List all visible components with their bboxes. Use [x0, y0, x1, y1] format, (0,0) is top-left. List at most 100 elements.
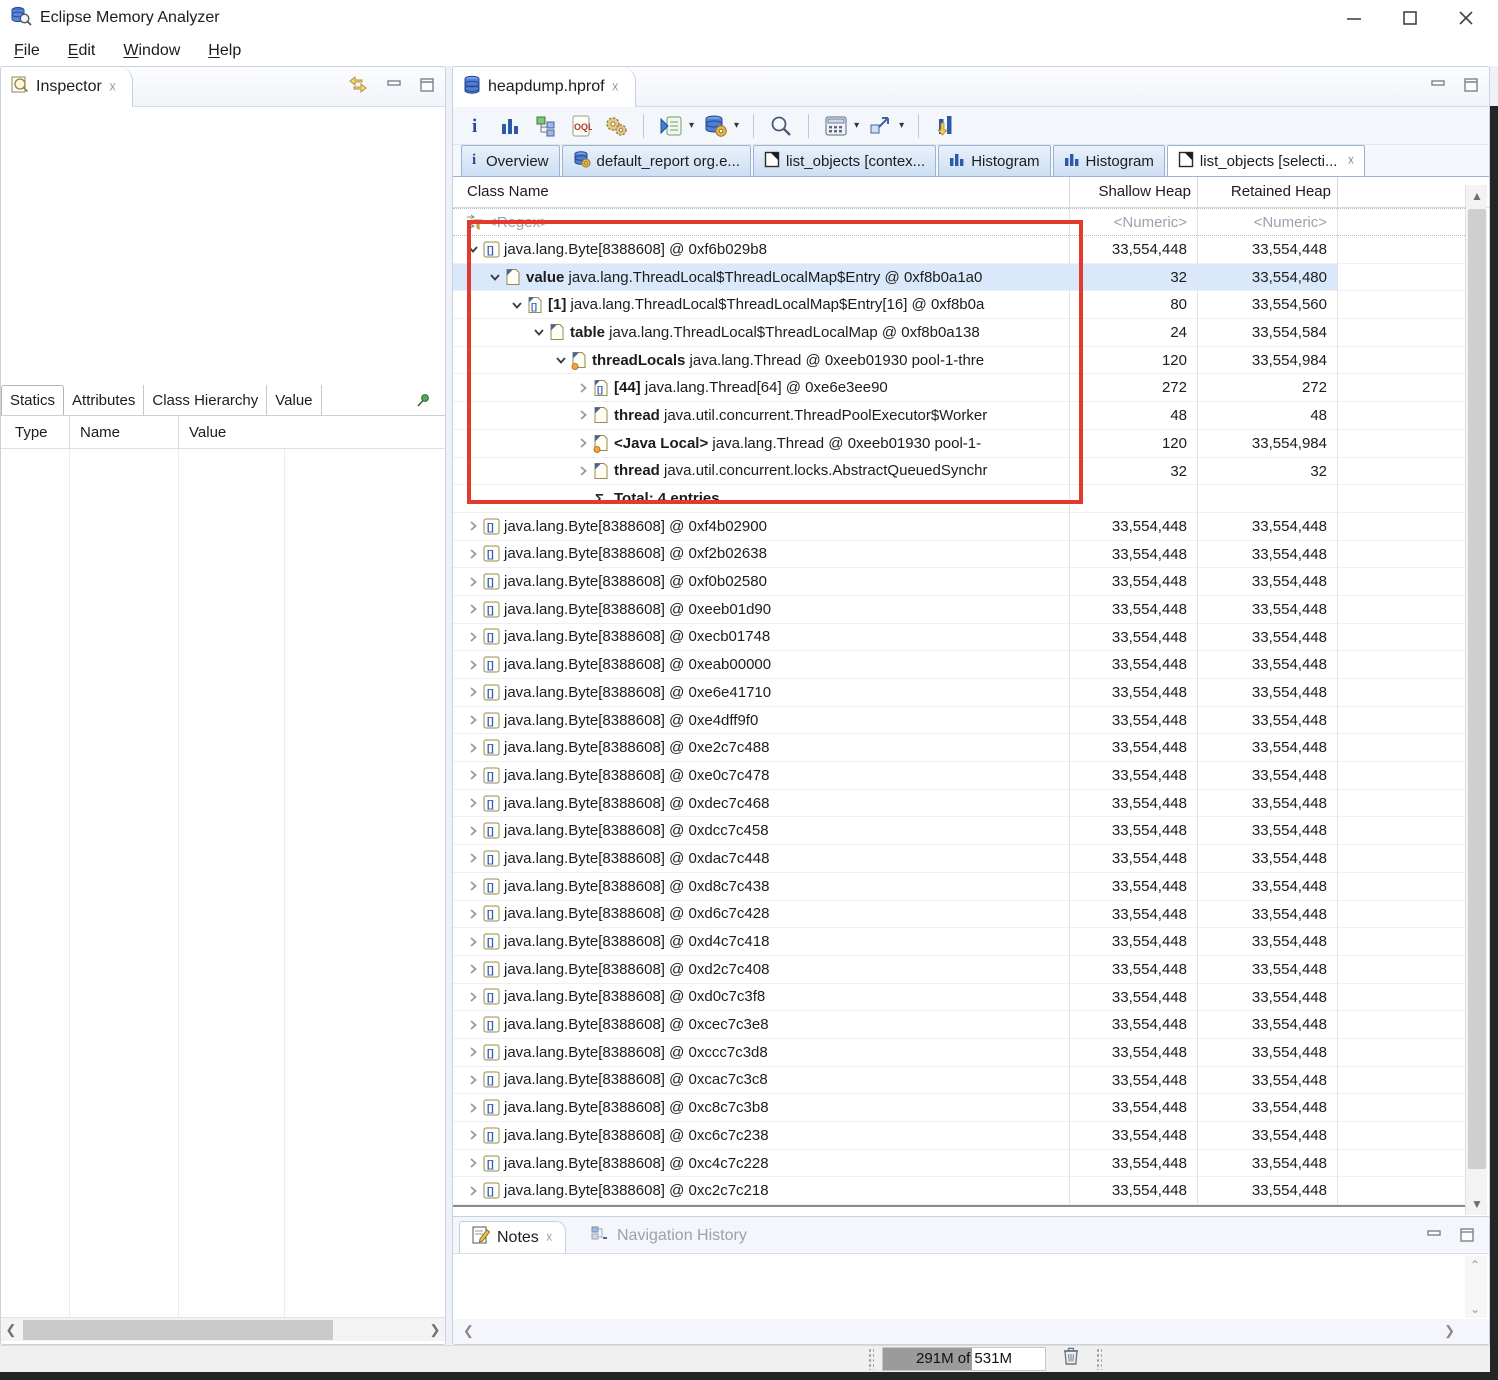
menu-window[interactable]: Window: [123, 42, 180, 60]
compare-icon[interactable]: [933, 113, 959, 139]
expand-icon[interactable]: [465, 798, 481, 808]
tab-attributes[interactable]: Attributes: [64, 385, 144, 415]
scroll-left-icon[interactable]: ❮: [1, 1318, 21, 1342]
column-class-name[interactable]: Class Name: [467, 183, 549, 200]
scroll-left-icon[interactable]: ❮: [463, 1323, 474, 1339]
scroll-down-icon[interactable]: ⌄: [1470, 1302, 1480, 1316]
table-vertical-scrollbar[interactable]: ▲ ▼: [1465, 185, 1487, 1215]
expand-icon[interactable]: [465, 577, 481, 587]
expand-icon[interactable]: [465, 881, 481, 891]
table-row[interactable]: table java.lang.ThreadLocal$ThreadLocalM…: [453, 319, 1465, 347]
expand-icon[interactable]: [465, 549, 481, 559]
info-icon[interactable]: i: [463, 113, 489, 139]
dropdown-arrow-icon[interactable]: ▾: [899, 120, 904, 131]
heap-actions-icon[interactable]: [703, 113, 729, 139]
table-row[interactable]: []java.lang.Byte[8388608] @ 0xcac7c3c833…: [453, 1067, 1465, 1095]
table-row[interactable]: []java.lang.Byte[8388608] @ 0xc2c7c21833…: [453, 1177, 1465, 1205]
expand-icon[interactable]: [465, 743, 481, 753]
table-row[interactable]: []java.lang.Byte[8388608] @ 0xd4c7c41833…: [453, 928, 1465, 956]
table-row[interactable]: []java.lang.Byte[8388608] @ 0xdec7c46833…: [453, 790, 1465, 818]
column-name[interactable]: Name: [69, 416, 178, 449]
table-row[interactable]: []java.lang.Byte[8388608] @ 0xdac7c44833…: [453, 845, 1465, 873]
expand-icon[interactable]: [465, 1158, 481, 1168]
maximize-view-icon[interactable]: [1464, 78, 1479, 97]
expand-icon[interactable]: [575, 466, 591, 476]
collapse-icon[interactable]: [553, 355, 569, 365]
histogram-icon[interactable]: [498, 113, 524, 139]
tab-list-objects-selection[interactable]: list_objects [selecti... ☓: [1167, 145, 1365, 176]
search-icon[interactable]: [768, 113, 794, 139]
table-row[interactable]: thread java.util.concurrent.locks.Abstra…: [453, 458, 1465, 486]
expand-icon[interactable]: [465, 1075, 481, 1085]
minimize-view-icon[interactable]: [387, 78, 402, 96]
notes-tab[interactable]: Notes ☓: [459, 1221, 566, 1253]
close-window-button[interactable]: [1458, 10, 1474, 26]
tab-statics[interactable]: Statics: [1, 385, 64, 415]
table-row[interactable]: []java.lang.Byte[8388608] @ 0xcec7c3e833…: [453, 1011, 1465, 1039]
table-row[interactable]: thread java.util.concurrent.ThreadPoolEx…: [453, 402, 1465, 430]
scroll-up-icon[interactable]: ▲: [1466, 185, 1488, 207]
collapse-icon[interactable]: [487, 272, 503, 282]
dropdown-arrow-icon[interactable]: ▾: [689, 120, 694, 131]
expand-icon[interactable]: [465, 632, 481, 642]
expand-icon[interactable]: [465, 853, 481, 863]
scrollbar-thumb[interactable]: [1468, 209, 1486, 1169]
tab-default-report[interactable]: default_report org.e...: [562, 145, 751, 176]
drag-grip[interactable]: [1096, 1348, 1102, 1370]
collapse-icon[interactable]: [465, 244, 481, 254]
expand-icon[interactable]: [465, 992, 481, 1002]
table-row[interactable]: []java.lang.Byte[8388608] @ 0xc6c7c23833…: [453, 1122, 1465, 1150]
table-row[interactable]: []java.lang.Byte[8388608] @ 0xeab0000033…: [453, 651, 1465, 679]
expand-icon[interactable]: [465, 521, 481, 531]
close-icon[interactable]: ☓: [109, 79, 116, 96]
inspector-horizontal-scrollbar[interactable]: ❮ ❯: [1, 1317, 445, 1341]
table-row[interactable]: []java.lang.Byte[8388608] @ 0xecb0174833…: [453, 624, 1465, 652]
numeric-filter-field[interactable]: <Numeric>: [1069, 214, 1187, 231]
pin-icon[interactable]: [415, 392, 431, 412]
table-row[interactable]: []java.lang.Byte[8388608] @ 0xc4c7c22833…: [453, 1150, 1465, 1178]
column-shallow-heap[interactable]: Shallow Heap: [1069, 183, 1191, 200]
menu-help[interactable]: Help: [208, 42, 241, 60]
collapse-icon[interactable]: [509, 300, 525, 310]
oql-icon[interactable]: OQL: [568, 113, 594, 139]
scroll-down-icon[interactable]: ▼: [1466, 1193, 1488, 1215]
expand-icon[interactable]: [465, 604, 481, 614]
tab-list-objects-context[interactable]: list_objects [contex...: [753, 145, 936, 176]
close-icon[interactable]: ☓: [546, 1230, 553, 1246]
expand-icon[interactable]: [465, 964, 481, 974]
customize-icon[interactable]: [603, 113, 629, 139]
table-row[interactable]: []java.lang.Byte[8388608] @ 0xc8c7c3b833…: [453, 1094, 1465, 1122]
column-type[interactable]: Type: [1, 424, 69, 441]
expand-icon[interactable]: [465, 1130, 481, 1140]
table-row[interactable]: []java.lang.Byte[8388608] @ 0xccc7c3d833…: [453, 1039, 1465, 1067]
tab-class-hierarchy[interactable]: Class Hierarchy: [144, 385, 267, 415]
table-row[interactable]: []java.lang.Byte[8388608] @ 0xf0b0258033…: [453, 568, 1465, 596]
table-row[interactable]: []java.lang.Byte[8388608] @ 0xe2c7c48833…: [453, 734, 1465, 762]
filter-row[interactable]: <Regex><Numeric><Numeric>: [453, 208, 1465, 236]
dropdown-arrow-icon[interactable]: ▾: [854, 120, 859, 131]
notes-vertical-scrollbar[interactable]: ⌃ ⌄: [1465, 1256, 1487, 1318]
table-row[interactable]: []java.lang.Byte[8388608] @ 0xf2b0263833…: [453, 541, 1465, 569]
table-row[interactable]: []java.lang.Byte[8388608] @ 0xe4dff9f033…: [453, 707, 1465, 735]
table-row[interactable]: [][44] java.lang.Thread[64] @ 0xe6e3ee90…: [453, 374, 1465, 402]
scroll-right-icon[interactable]: ❯: [425, 1318, 445, 1342]
expand-icon[interactable]: [575, 383, 591, 393]
calculator-icon[interactable]: [823, 113, 849, 139]
table-row[interactable]: value java.lang.ThreadLocal$ThreadLocalM…: [453, 264, 1465, 292]
expand-icon[interactable]: [465, 826, 481, 836]
table-row[interactable]: <Java Local> java.lang.Thread @ 0xeeb019…: [453, 430, 1465, 458]
tab-histogram-2[interactable]: Histogram: [1053, 145, 1165, 176]
tab-histogram-1[interactable]: Histogram: [938, 145, 1050, 176]
table-row[interactable]: []java.lang.Byte[8388608] @ 0xe6e4171033…: [453, 679, 1465, 707]
inspector-tab[interactable]: Inspector ☓: [1, 67, 133, 107]
dominator-tree-icon[interactable]: [533, 113, 559, 139]
expand-icon[interactable]: [465, 660, 481, 670]
expand-icon[interactable]: [465, 687, 481, 697]
expand-icon[interactable]: [465, 909, 481, 919]
expand-icon[interactable]: [465, 1020, 481, 1030]
dropdown-arrow-icon[interactable]: ▾: [734, 120, 739, 131]
minimize-view-icon[interactable]: [1427, 1228, 1442, 1246]
column-value[interactable]: Value: [178, 416, 284, 449]
close-icon[interactable]: ☓: [1347, 153, 1354, 169]
export-icon[interactable]: [868, 113, 894, 139]
